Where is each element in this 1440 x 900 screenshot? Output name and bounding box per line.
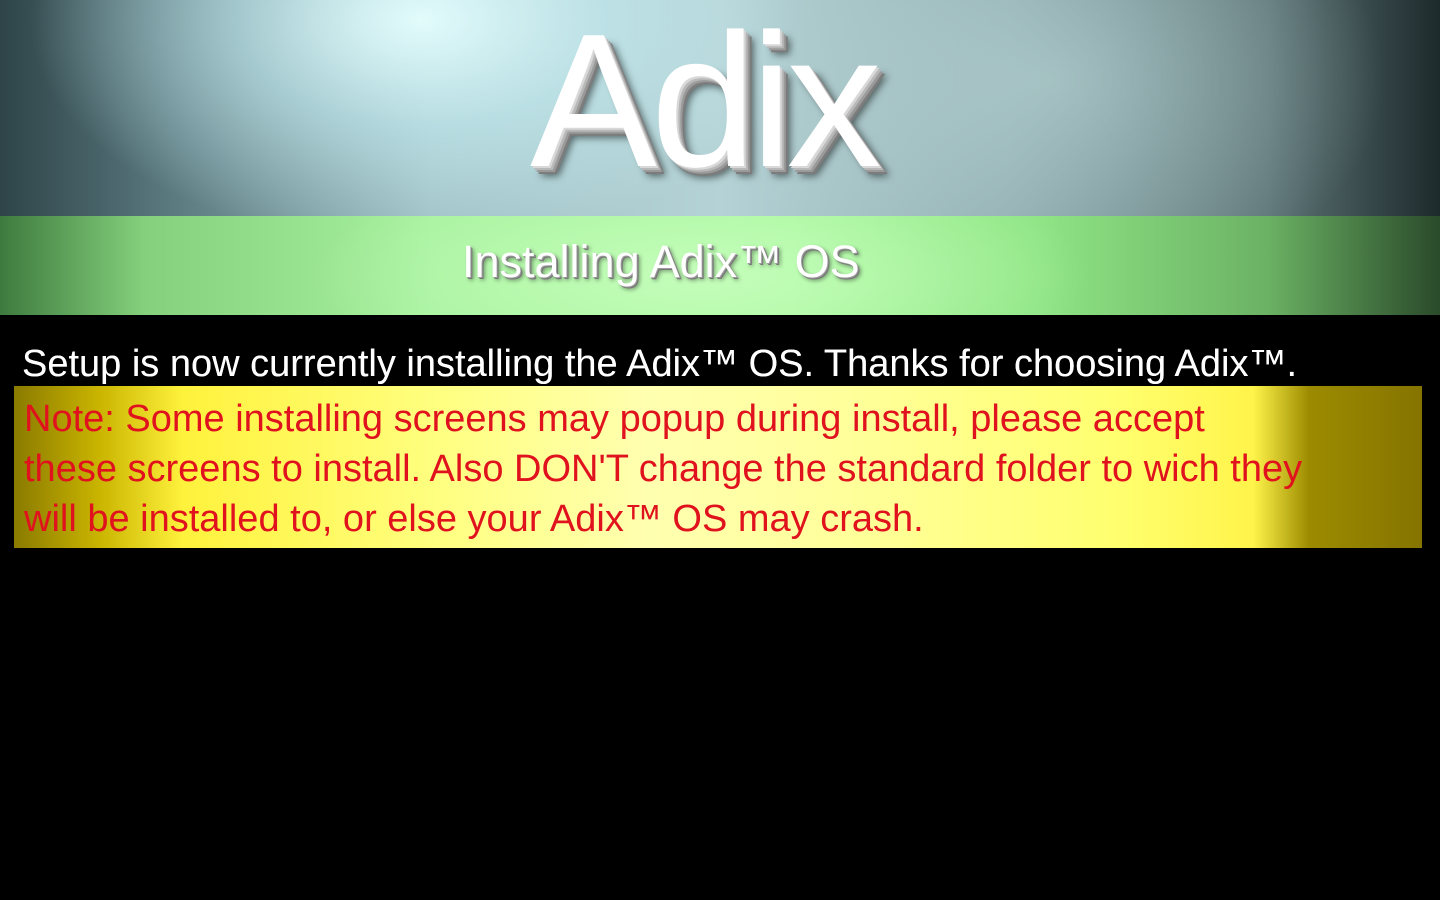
note-line-1: Note: Some installing screens may popup … bbox=[24, 398, 1205, 440]
note-box: Note: Some installing screens may popup … bbox=[14, 386, 1422, 548]
status-message-text: Setup is now currently installing the Ad… bbox=[22, 343, 1298, 385]
header-banner: Adix bbox=[0, 0, 1440, 216]
adix-logo: Adix bbox=[530, 0, 882, 207]
install-title: Installing Adix™ OS bbox=[462, 236, 860, 287]
note-line-3: will be installed to, or else your Adix™… bbox=[24, 498, 924, 540]
installer-screen: Adix Installing Adix™ OS Setup is now cu… bbox=[0, 0, 1440, 900]
status-message: Setup is now currently installing the Ad… bbox=[22, 342, 1297, 386]
note-text: Note: Some installing screens may popup … bbox=[24, 394, 1424, 544]
note-line-2: these screens to install. Also DON'T cha… bbox=[24, 448, 1303, 490]
